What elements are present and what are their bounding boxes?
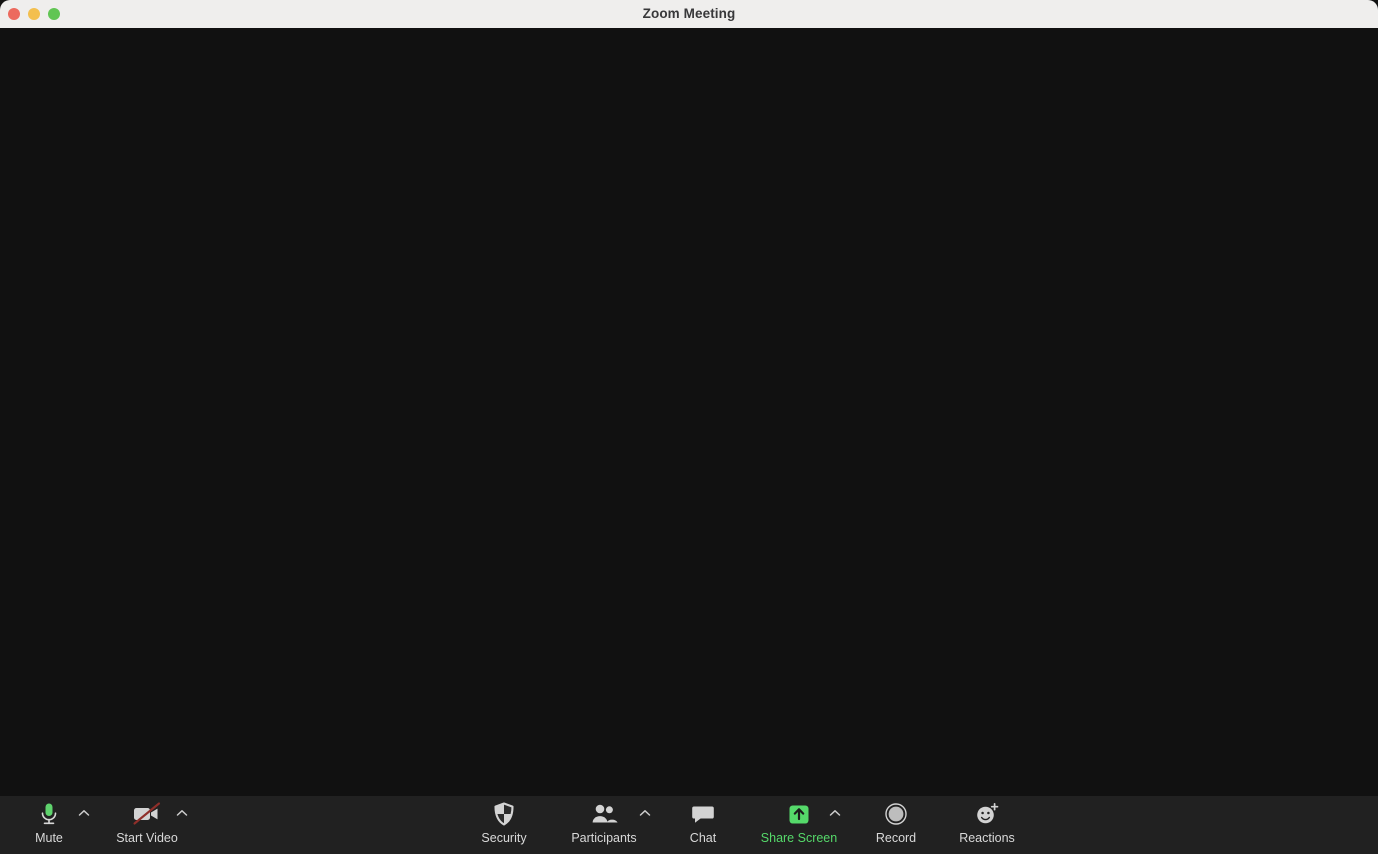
participants-label: Participants <box>571 831 637 845</box>
people-icon <box>590 801 618 827</box>
chat-button[interactable]: Chat <box>676 796 730 854</box>
record-label: Record <box>875 831 917 845</box>
meeting-toolbar: Mute Start Video Security Participants C… <box>0 796 1378 854</box>
video-camera-off-icon <box>130 801 164 827</box>
security-label: Security <box>481 831 527 845</box>
security-button[interactable]: Security <box>472 796 536 854</box>
share-screen-label: Share Screen <box>760 831 838 845</box>
share-screen-options-chevron-up-icon[interactable] <box>827 805 843 821</box>
start-video-label: Start Video <box>116 831 178 845</box>
smiley-plus-icon <box>974 801 1000 827</box>
share-screen-up-arrow-icon <box>786 801 812 827</box>
mute-options-chevron-up-icon[interactable] <box>76 805 92 821</box>
chat-label: Chat <box>689 831 717 845</box>
reactions-button[interactable]: Reactions <box>948 796 1026 854</box>
record-button[interactable]: Record <box>866 796 926 854</box>
shield-icon <box>493 801 515 827</box>
window-title: Zoom Meeting <box>642 6 736 21</box>
reactions-label: Reactions <box>959 831 1015 845</box>
record-circle-icon <box>884 801 908 827</box>
microphone-icon <box>38 801 60 827</box>
mute-button[interactable]: Mute <box>22 796 76 854</box>
participants-button[interactable]: Participants <box>560 796 648 854</box>
video-stage[interactable] <box>0 28 1378 796</box>
mute-label: Mute <box>35 831 63 845</box>
zoom-meeting-window: Zoom Meeting Mute Start Video Security P… <box>0 0 1378 854</box>
video-options-chevron-up-icon[interactable] <box>174 805 190 821</box>
speech-bubble-icon <box>691 801 715 827</box>
participants-options-chevron-up-icon[interactable] <box>637 805 653 821</box>
titlebar: Zoom Meeting <box>0 0 1378 28</box>
start-video-button[interactable]: Start Video <box>110 796 184 854</box>
